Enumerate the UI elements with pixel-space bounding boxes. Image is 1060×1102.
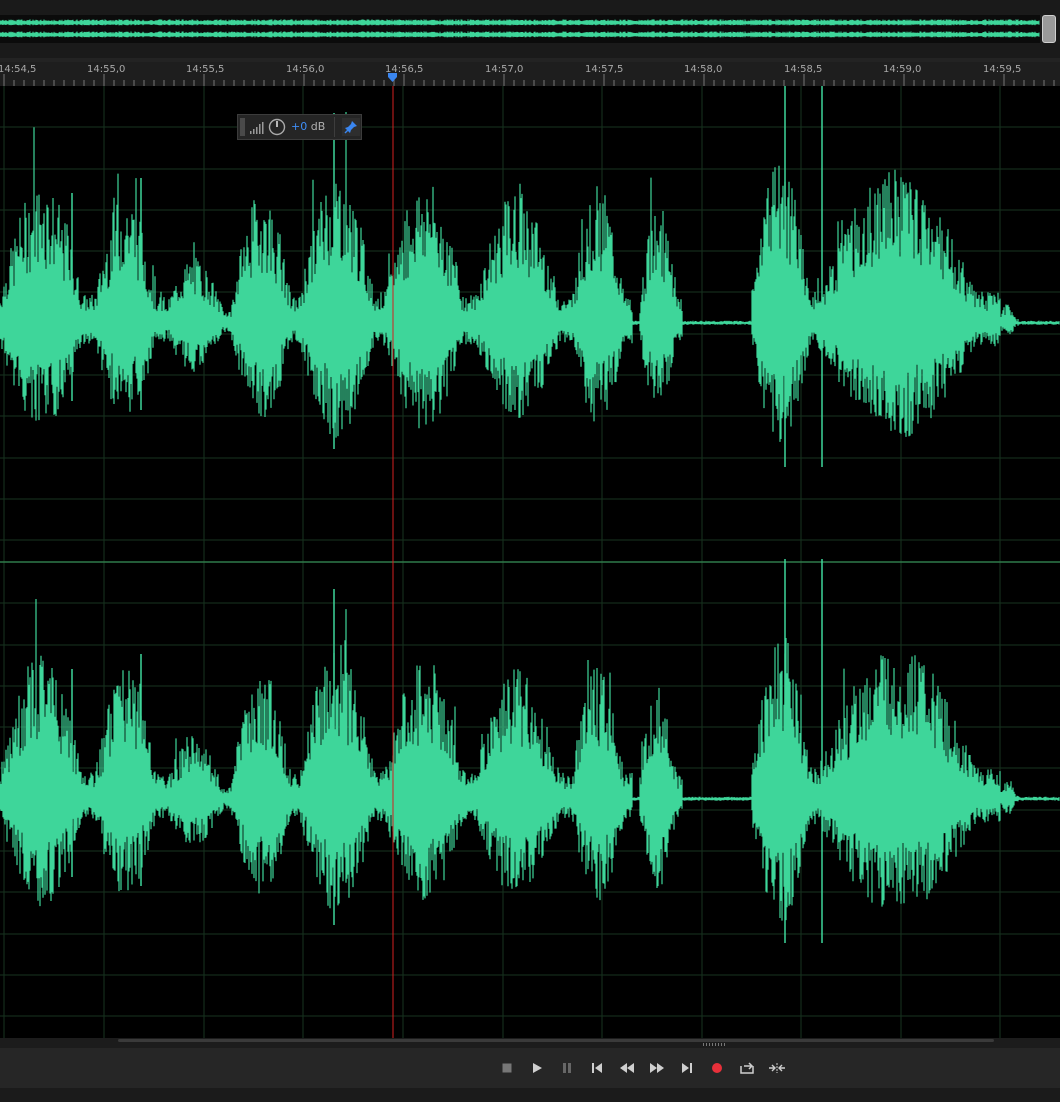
record-button[interactable]: [706, 1058, 728, 1078]
overview-waveform-graphic: [0, 19, 1040, 38]
gain-readout[interactable]: +0 dB: [291, 120, 325, 133]
skip-to-end-icon: [682, 1063, 692, 1073]
ruler-label: 14:56,0: [286, 64, 325, 75]
gain-knob-icon[interactable]: [268, 118, 286, 136]
skip-selection-button[interactable]: [766, 1058, 788, 1078]
skip-to-start-icon: [592, 1063, 602, 1073]
channel-left-waveform: [0, 86, 1060, 467]
channel-right-waveform: [0, 559, 1060, 943]
playhead-marker[interactable]: [387, 72, 398, 83]
status-strip: [0, 1088, 1060, 1102]
ruler-label: 14:59,5: [983, 64, 1022, 75]
transport-bar: [0, 1048, 1060, 1088]
time-ruler[interactable]: 14:54,5 14:55,0 14:55,5 14:56,0 14:56,5 …: [0, 62, 1060, 87]
overview-navigator[interactable]: [0, 0, 1060, 62]
go-to-end-button[interactable]: [676, 1058, 698, 1078]
loop-playback-button[interactable]: [736, 1058, 758, 1078]
hud-gain-control: +0 dB: [237, 114, 362, 140]
ruler-label: 14:59,0: [883, 64, 922, 75]
ruler-label: 14:55,0: [87, 64, 126, 75]
ruler-label: 14:57,0: [485, 64, 524, 75]
ruler-label: 14:58,0: [684, 64, 723, 75]
scrollbar-thumb[interactable]: [118, 1039, 994, 1042]
go-to-start-button[interactable]: [586, 1058, 608, 1078]
horizontal-scrollbar[interactable]: [0, 1038, 1060, 1048]
pause-button[interactable]: [556, 1058, 578, 1078]
fast-forward-button[interactable]: [646, 1058, 668, 1078]
panel-resize-grip[interactable]: [703, 1043, 727, 1046]
play-button[interactable]: [526, 1058, 548, 1078]
record-icon: [712, 1063, 722, 1073]
hud-drag-grip[interactable]: [240, 118, 245, 136]
waveform-display[interactable]: [0, 86, 1060, 1038]
gain-unit: dB: [310, 120, 326, 133]
stop-icon: [502, 1063, 512, 1073]
rewind-icon: [620, 1063, 634, 1073]
hud-separator: [334, 117, 335, 137]
overview-waveform[interactable]: [0, 15, 1040, 43]
ruler-label: 14:58,5: [784, 64, 823, 75]
overview-zoom-handle[interactable]: [1042, 15, 1056, 43]
ruler-label: 14:57,5: [585, 64, 624, 75]
pause-icon: [563, 1063, 571, 1073]
ruler-label: 14:54,5: [0, 64, 37, 75]
stop-button[interactable]: [496, 1058, 518, 1078]
fast-forward-icon: [650, 1063, 664, 1073]
skip-selection-icon: [769, 1063, 785, 1073]
loop-icon: [740, 1062, 754, 1074]
gain-value: +0: [291, 120, 308, 133]
play-icon: [533, 1063, 542, 1073]
pin-icon[interactable]: [342, 118, 360, 136]
level-meter-icon: [250, 122, 264, 134]
waveform-graphic: [0, 86, 1060, 1038]
ruler-label: 14:55,5: [186, 64, 225, 75]
rewind-button[interactable]: [616, 1058, 638, 1078]
